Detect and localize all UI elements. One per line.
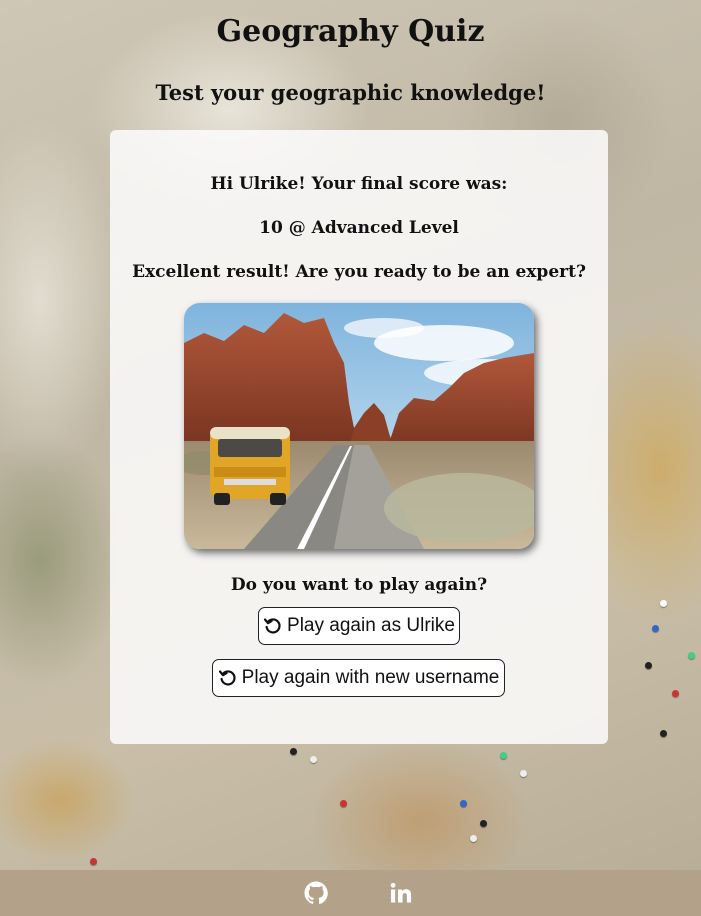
map-pin <box>460 800 467 807</box>
greeting-text: Hi Ulrike! Your final score was: <box>210 174 508 194</box>
road-trip-illustration <box>184 303 534 549</box>
footer <box>0 870 701 916</box>
map-pin <box>672 690 679 697</box>
github-icon <box>304 881 328 905</box>
map-pin <box>660 730 667 737</box>
page-subtitle: Test your geographic knowledge! <box>155 80 546 105</box>
map-pin <box>480 820 487 827</box>
map-pin <box>470 835 477 842</box>
play-again-button[interactable]: Play again as Ulrike <box>258 607 460 645</box>
map-pin <box>520 770 527 777</box>
restart-icon <box>218 670 236 686</box>
result-card: Hi Ulrike! Your final score was: 10 @ Ad… <box>110 130 608 744</box>
linkedin-link[interactable] <box>389 881 413 905</box>
new-username-label: Play again with new username <box>241 667 500 688</box>
replay-question: Do you want to play again? <box>230 575 488 595</box>
restart-icon <box>263 618 281 634</box>
map-pin <box>688 652 695 659</box>
map-pin <box>500 752 507 759</box>
github-link[interactable] <box>304 881 328 905</box>
new-username-button[interactable]: Play again with new username <box>212 659 505 697</box>
map-pin <box>645 662 652 669</box>
linkedin-icon <box>390 882 412 903</box>
map-pin <box>90 858 97 865</box>
map-pin <box>310 756 317 763</box>
map-pin <box>340 800 347 807</box>
map-pin <box>290 748 297 755</box>
result-photo <box>184 303 534 549</box>
feedback-text: Excellent result! Are you ready to be an… <box>132 262 586 282</box>
score-text: 10 @ Advanced Level <box>259 218 459 238</box>
play-again-label: Play again as Ulrike <box>287 615 455 636</box>
page-title: Geography Quiz <box>216 14 485 49</box>
map-pin <box>652 625 659 632</box>
map-pin <box>660 600 667 607</box>
